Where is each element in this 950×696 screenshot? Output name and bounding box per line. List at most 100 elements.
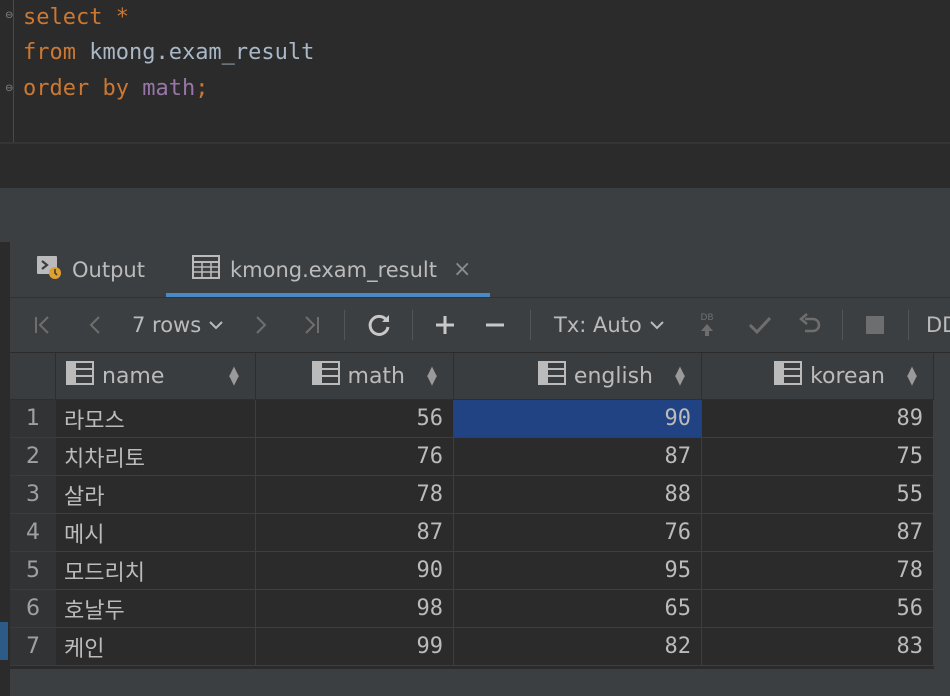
chevron-down-icon <box>209 321 223 330</box>
column-header-label: korean <box>810 363 885 389</box>
row-number[interactable]: 6 <box>10 590 56 628</box>
table-cell-english[interactable]: 88 <box>454 476 702 514</box>
toolbar-separator <box>842 310 843 340</box>
stop-icon[interactable] <box>860 298 890 352</box>
grid-right-margin <box>934 353 950 696</box>
table-cell-name[interactable]: 살라 <box>56 476 256 514</box>
sort-icon[interactable]: ▲ ▼ <box>675 365 685 387</box>
next-page-icon[interactable] <box>246 298 276 352</box>
column-header-korean[interactable]: korean ▲ ▼ <box>702 353 934 400</box>
row-number[interactable]: 2 <box>10 438 56 476</box>
rollback-icon[interactable] <box>794 298 826 352</box>
semicolon: ; <box>195 76 209 101</box>
db-label: DB <box>700 313 714 323</box>
ddl-button[interactable]: DD <box>926 298 950 352</box>
table-icon <box>192 255 220 284</box>
table-cell-math[interactable]: 99 <box>256 628 454 666</box>
column-icon <box>774 361 803 391</box>
row-number[interactable]: 4 <box>10 514 56 552</box>
table-reference: kmong.exam_result <box>75 40 315 65</box>
keyword-select: select <box>23 5 103 30</box>
row-number[interactable]: 7 <box>10 628 56 666</box>
toolbar-separator <box>530 310 531 340</box>
result-tool-window: Output kmong.exam_result × 7 rows Tx: Au… <box>10 242 950 696</box>
table-cell-math[interactable]: 56 <box>256 400 454 438</box>
table-cell-name[interactable]: 호날두 <box>56 590 256 628</box>
table-cell-korean[interactable]: 78 <box>702 552 934 590</box>
add-row-icon[interactable] <box>428 298 462 352</box>
table-cell-korean[interactable]: 83 <box>702 628 934 666</box>
transaction-mode-label: Tx: Auto <box>554 313 642 337</box>
column-header-label: name <box>102 363 165 389</box>
table-cell-math[interactable]: 78 <box>256 476 454 514</box>
first-page-icon[interactable] <box>28 298 58 352</box>
table-cell-name[interactable]: 케인 <box>56 628 256 666</box>
column-icon <box>311 361 340 391</box>
left-panel-indicator <box>0 622 8 660</box>
tab-output-label: Output <box>72 257 145 282</box>
table-cell-math[interactable]: 98 <box>256 590 454 628</box>
table-cell-math[interactable]: 87 <box>256 514 454 552</box>
table-cell-english[interactable]: 87 <box>454 438 702 476</box>
remove-row-icon[interactable] <box>478 298 512 352</box>
transaction-mode-dropdown[interactable]: Tx: Auto <box>554 298 664 352</box>
keyword-order-by: order by <box>23 76 129 101</box>
table-cell-korean[interactable]: 56 <box>702 590 934 628</box>
chevron-down-icon <box>650 321 664 330</box>
table-cell-english[interactable]: 65 <box>454 590 702 628</box>
code-line-2[interactable]: from kmong.exam_result <box>23 38 314 68</box>
services-panel-header <box>0 188 950 242</box>
tab-exam-result[interactable]: kmong.exam_result × <box>192 242 471 297</box>
table-cell-korean[interactable]: 87 <box>702 514 934 552</box>
select-star: * <box>102 5 129 30</box>
sort-icon[interactable]: ▲ ▼ <box>229 365 239 387</box>
db-submit-icon[interactable]: DB <box>692 298 722 352</box>
rows-count-label: 7 rows <box>132 313 202 337</box>
column-header-math[interactable]: math ▲ ▼ <box>256 353 454 400</box>
table-cell-name[interactable]: 모드리치 <box>56 552 256 590</box>
fold-end-icon[interactable]: ⊖ <box>5 83 15 95</box>
result-grid[interactable]: name ▲ ▼ math ▲ ▼ english ▲ ▼ korean ▲ ▼ 1 라… <box>10 353 934 669</box>
table-cell-english-selected[interactable]: 90 <box>454 400 702 438</box>
last-page-icon[interactable] <box>296 298 326 352</box>
sort-icon[interactable]: ▲ ▼ <box>427 365 437 387</box>
row-number[interactable]: 3 <box>10 476 56 514</box>
keyword-from: from <box>23 40 76 65</box>
table-cell-english[interactable]: 95 <box>454 552 702 590</box>
code-line-3[interactable]: order by math; <box>23 74 208 104</box>
row-number[interactable]: 1 <box>10 400 56 438</box>
toolbar-separator <box>908 310 909 340</box>
console-output-icon <box>36 254 62 285</box>
table-cell-name[interactable]: 치차리토 <box>56 438 256 476</box>
table-cell-name[interactable]: 라모스 <box>56 400 256 438</box>
table-cell-math[interactable]: 76 <box>256 438 454 476</box>
table-cell-math[interactable]: 90 <box>256 552 454 590</box>
editor-empty-area <box>0 144 950 188</box>
rows-count-dropdown[interactable]: 7 rows <box>132 298 223 352</box>
refresh-icon[interactable] <box>362 298 396 352</box>
row-number[interactable]: 5 <box>10 552 56 590</box>
previous-page-icon[interactable] <box>80 298 110 352</box>
sql-editor[interactable]: ⊖ ⊖ select * from kmong.exam_result orde… <box>0 0 950 143</box>
column-header-label: english <box>573 363 653 389</box>
table-cell-name[interactable]: 메시 <box>56 514 256 552</box>
tab-output[interactable]: Output <box>36 242 145 297</box>
table-cell-korean[interactable]: 89 <box>702 400 934 438</box>
row-number-header <box>10 353 56 400</box>
column-reference: math <box>142 76 196 101</box>
code-line-1[interactable]: select * <box>23 3 129 33</box>
close-icon[interactable]: × <box>453 257 471 282</box>
ddl-label: DD <box>926 313 950 337</box>
result-toolbar: 7 rows Tx: Auto DB D <box>10 298 950 353</box>
sort-icon[interactable]: ▲ ▼ <box>907 365 917 387</box>
toolbar-separator <box>344 310 345 340</box>
table-cell-english[interactable]: 76 <box>454 514 702 552</box>
column-header-name[interactable]: name ▲ ▼ <box>56 353 256 400</box>
commit-icon[interactable] <box>744 298 776 352</box>
table-cell-korean[interactable]: 75 <box>702 438 934 476</box>
table-cell-english[interactable]: 82 <box>454 628 702 666</box>
column-header-english[interactable]: english ▲ ▼ <box>454 353 702 400</box>
fold-start-icon[interactable]: ⊖ <box>5 10 15 22</box>
table-cell-korean[interactable]: 55 <box>702 476 934 514</box>
